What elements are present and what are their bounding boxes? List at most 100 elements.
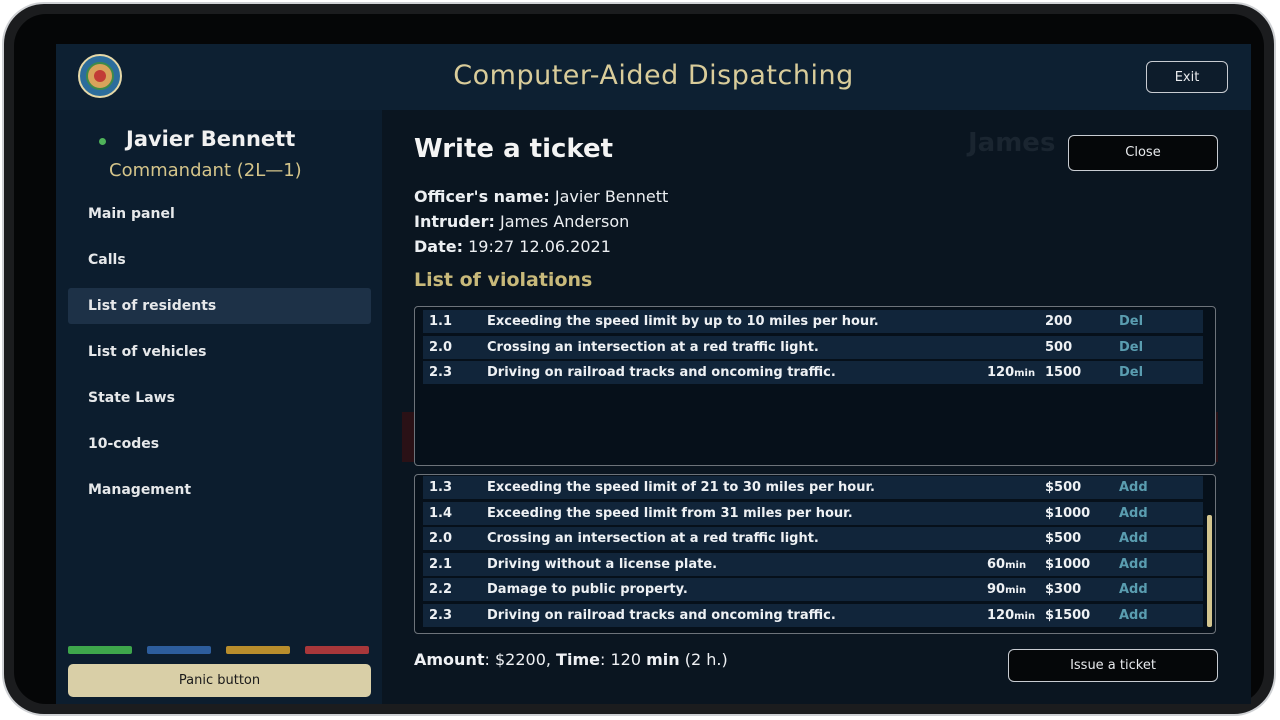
close-button[interactable]: Close — [1068, 135, 1218, 171]
main-panel: James Write a ticket Close Officer's nam… — [382, 110, 1251, 704]
sidebar-item-management[interactable]: Management — [68, 472, 371, 508]
sidebar-item-main-panel[interactable]: Main panel — [68, 196, 371, 232]
violation-row: 1.3 Exceeding the speed limit of 21 to 30… — [423, 476, 1203, 499]
violation-code: 2.3 — [429, 607, 453, 623]
violation-row: 2.1 Driving without a license plate. $1000… — [423, 552, 1203, 577]
time-label: Time — [556, 650, 600, 669]
violation-time-value: 60 — [987, 556, 1006, 572]
violation-time-value: 120 — [987, 365, 1015, 380]
amount-label: Amount — [414, 650, 485, 669]
date-label: Date: — [414, 237, 463, 256]
sidebar-item-10-codes[interactable]: 10-codes — [68, 426, 371, 462]
tablet-frame: Computer-Aided Dispatching Exit Javier B… — [4, 4, 1274, 714]
time-hours: (2 h.) — [684, 650, 728, 669]
violation-time: 120min — [987, 361, 1035, 385]
violation-time: 90min — [987, 578, 1026, 602]
delete-violation-button[interactable]: Del — [1119, 336, 1143, 359]
violation-price: 500 — [1045, 339, 1073, 355]
violation-row: 2.0 Crossing an intersection at a red tra… — [423, 527, 1203, 550]
violation-description: Exceeding the speed limit by up to 10 mi… — [487, 314, 879, 329]
violation-code: 2.0 — [429, 339, 453, 355]
status-color-bar — [305, 646, 369, 654]
violation-description: Exceeding the speed limit from 31 miles … — [487, 505, 853, 521]
top-bar: Computer-Aided Dispatching Exit — [56, 44, 1251, 110]
issue-ticket-button[interactable]: Issue a ticket — [1008, 649, 1218, 682]
violation-price: 1500 — [1045, 365, 1082, 380]
violation-time: 120min — [987, 604, 1035, 628]
violation-time: 60min — [987, 553, 1026, 577]
violation-description: Crossing an intersection at a red traffi… — [487, 339, 819, 355]
violation-price: $1000 — [1045, 505, 1091, 521]
sidebar-item-list-of-vehicles[interactable]: List of vehicles — [68, 334, 371, 370]
add-violation-button[interactable]: Add — [1119, 578, 1148, 601]
sidebar: Javier Bennett Commandant (2L—1) Main pa… — [56, 110, 382, 704]
add-violation-button[interactable]: Add — [1119, 527, 1148, 550]
online-status-dot — [99, 138, 106, 145]
status-color-bar — [226, 646, 290, 654]
background-resident-name: James — [968, 128, 1056, 158]
violation-price: $1500 — [1045, 607, 1091, 623]
violation-time-unit: min — [1014, 368, 1036, 379]
panic-button[interactable]: Panic button — [68, 664, 371, 697]
violation-price: $500 — [1045, 480, 1082, 495]
available-violations-table[interactable]: 1.3 Exceeding the speed limit of 21 to 30… — [414, 474, 1216, 634]
status-color-bar — [147, 646, 211, 654]
violation-description: Driving on railroad tracks and oncoming … — [487, 365, 836, 380]
violation-description: Driving on railroad tracks and oncoming … — [487, 607, 836, 623]
violation-code: 1.1 — [429, 314, 453, 329]
violation-description: Crossing an intersection at a red traffi… — [487, 531, 819, 546]
scrollbar-thumb[interactable] — [1207, 515, 1212, 627]
violations-title: List of violations — [414, 269, 593, 291]
violation-time-unit: min — [1005, 585, 1027, 596]
intruder-value: James Anderson — [499, 212, 630, 231]
violation-description: Damage to public property. — [487, 582, 688, 597]
sidebar-item-calls[interactable]: Calls — [68, 242, 371, 278]
status-color-bar — [68, 646, 132, 654]
intruder-label: Intruder: — [414, 212, 495, 231]
violation-code: 2.1 — [429, 556, 453, 572]
app-title: Computer-Aided Dispatching — [453, 60, 854, 91]
violation-code: 2.0 — [429, 531, 453, 546]
violation-code: 1.3 — [429, 480, 453, 495]
violation-row: 1.1 Exceeding the speed limit by up to 10… — [423, 310, 1203, 333]
ticket-title: Write a ticket — [414, 134, 614, 164]
violation-time-value: 120 — [987, 607, 1015, 623]
user-role: Commandant (2L—1) — [109, 160, 302, 181]
sidebar-item-list-of-residents[interactable]: List of residents — [68, 288, 371, 324]
officer-line: Officer's name: Javier Bennett — [414, 187, 668, 206]
violation-row: 2.2 Damage to public property. $300 90min Ad… — [423, 578, 1203, 601]
date-value: 19:27 12.06.2021 — [468, 237, 611, 256]
violation-price: $300 — [1045, 582, 1082, 597]
violation-time-unit: min — [1014, 610, 1036, 622]
intruder-line: Intruder: James Anderson — [414, 212, 629, 231]
violation-code: 2.2 — [429, 582, 453, 597]
add-violation-button[interactable]: Add — [1119, 553, 1148, 576]
violation-price: $1000 — [1045, 556, 1091, 572]
violation-code: 2.3 — [429, 365, 453, 380]
app-screen: Computer-Aided Dispatching Exit Javier B… — [56, 44, 1251, 704]
amount-value: $2200 — [494, 650, 546, 669]
violation-row: 2.3 Driving on railroad tracks and oncomi… — [423, 603, 1203, 628]
violation-description: Exceeding the speed limit of 21 to 30 mi… — [487, 480, 875, 495]
delete-violation-button[interactable]: Del — [1119, 310, 1143, 333]
tablet-bezel: Computer-Aided Dispatching Exit Javier B… — [14, 14, 1264, 704]
add-violation-button[interactable]: Add — [1119, 476, 1148, 499]
ticket-summary: Amount: $2200, Time: 120 min (2 h.) — [414, 650, 728, 669]
violation-time-unit: min — [1005, 559, 1027, 571]
time-value: 120 — [610, 650, 641, 669]
add-violation-button[interactable]: Add — [1119, 502, 1148, 525]
exit-button[interactable]: Exit — [1146, 61, 1228, 93]
violation-row: 2.0 Crossing an intersection at a red tra… — [423, 335, 1203, 359]
violation-time-value: 90 — [987, 582, 1006, 597]
sidebar-item-state-laws[interactable]: State Laws — [68, 380, 371, 416]
time-unit: min — [646, 650, 680, 669]
violation-row: 2.3 Driving on railroad tracks and oncomi… — [423, 361, 1203, 384]
violation-description: Driving without a license plate. — [487, 556, 718, 572]
violation-code: 1.4 — [429, 505, 453, 521]
add-violation-button[interactable]: Add — [1119, 604, 1148, 627]
user-name: Javier Bennett — [126, 127, 296, 151]
selected-violations-table[interactable]: 1.1 Exceeding the speed limit by up to 10… — [414, 306, 1216, 466]
delete-violation-button[interactable]: Del — [1119, 361, 1143, 384]
violation-row: 1.4 Exceeding the speed limit from 31 mil… — [423, 501, 1203, 525]
violation-price: 200 — [1045, 314, 1073, 329]
